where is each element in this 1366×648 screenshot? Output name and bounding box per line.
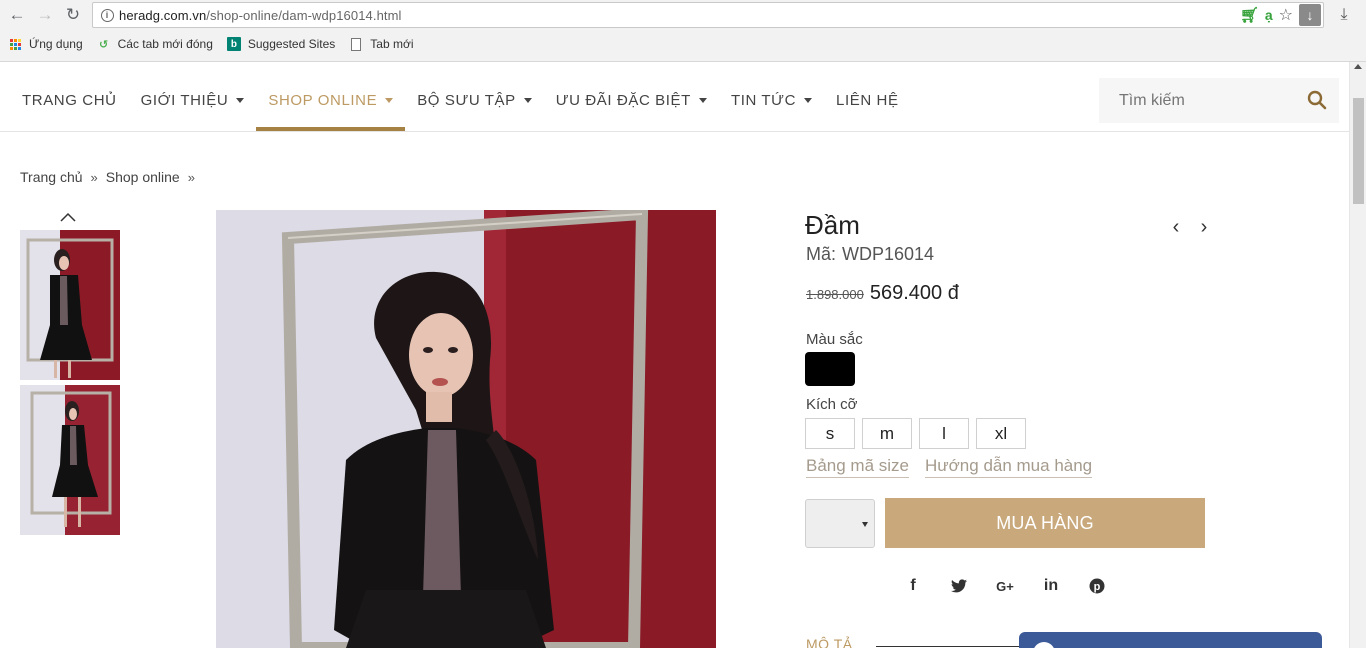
site-header: TRANG CHỦ GIỚI THIỆU SHOP ONLINE BỘ SƯU …: [0, 70, 1349, 132]
chevron-up-icon[interactable]: [60, 212, 76, 222]
sale-price: 569.400 đ: [869, 282, 959, 304]
product-photo: [216, 210, 716, 648]
search-input[interactable]: [1099, 91, 1299, 110]
history-icon: ↺: [99, 38, 109, 51]
product-main-image[interactable]: [216, 210, 716, 648]
product-price: 1.898.000 569.400 đ: [806, 282, 959, 305]
download-extension-icon[interactable]: ↓: [1299, 4, 1321, 26]
divider: [876, 646, 1026, 647]
scroll-up-arrow-icon[interactable]: [1354, 64, 1362, 69]
bookmarks-bar: Ứng dụng ↺ Các tab mới đóng b Suggested …: [8, 34, 428, 54]
social-share: f G+ in p: [890, 576, 1120, 596]
bookmark-label: Suggested Sites: [247, 37, 336, 51]
page-icon: [349, 37, 363, 51]
menu-label: GIỚI THIỆU: [140, 91, 229, 109]
bing-icon: b: [226, 37, 241, 51]
breadcrumb-home[interactable]: Trang chủ: [20, 169, 83, 185]
menu-label: ƯU ĐÃI ĐẶC BIỆT: [555, 91, 691, 109]
download-icon[interactable]: ⤓: [1334, 4, 1354, 26]
url-text[interactable]: heradg.com.vn/shop-online/dam-wdp16014.h…: [119, 8, 402, 23]
chat-icon: [1033, 642, 1055, 648]
svg-text:p: p: [1094, 581, 1101, 593]
back-icon[interactable]: ←: [6, 4, 28, 26]
breadcrumb: Trang chủ » Shop online »: [20, 169, 203, 185]
thumbnail-image: [20, 230, 120, 380]
buy-button[interactable]: MUA HÀNG: [885, 498, 1205, 548]
product-title: Đầm: [805, 210, 860, 240]
menu-label: TRANG CHỦ: [22, 91, 117, 109]
menu-item-contact[interactable]: LIÊN HỆ: [836, 70, 899, 130]
apps-grid-icon: [8, 37, 22, 51]
color-label: Màu sắc: [806, 331, 863, 348]
menu-item-shop-online[interactable]: SHOP ONLINE: [256, 70, 406, 131]
breadcrumb-separator: »: [187, 169, 195, 185]
product-thumbnail[interactable]: [20, 385, 120, 535]
menu-label: SHOP ONLINE: [268, 91, 378, 109]
menu-label: TIN TỨC: [730, 91, 797, 109]
search-icon[interactable]: [1307, 90, 1327, 110]
chevron-right-icon[interactable]: ›: [1196, 216, 1212, 238]
chevron-left-icon[interactable]: ‹: [1168, 216, 1184, 238]
star-icon[interactable]: ☆: [1279, 5, 1293, 25]
caret-down-icon: [385, 97, 394, 103]
menu-label: BỘ SƯU TẬP: [417, 91, 516, 109]
caret-down-icon: [862, 522, 868, 527]
search-box: [1099, 78, 1339, 123]
menu-item-about[interactable]: GIỚI THIỆU: [141, 70, 245, 130]
breadcrumb-separator: »: [90, 169, 98, 185]
menu-item-special-offers[interactable]: ƯU ĐÃI ĐẶC BIỆT: [556, 70, 707, 130]
caret-down-icon: [236, 97, 245, 103]
bookmark-label: Ứng dụng: [29, 37, 83, 51]
menu-item-news[interactable]: TIN TỨC: [730, 70, 813, 130]
browser-chrome: ← → ↻ i heradg.com.vn/shop-online/dam-wd…: [0, 0, 1366, 62]
size-option-s[interactable]: s: [805, 418, 855, 449]
page-scrollbar[interactable]: [1349, 62, 1366, 648]
twitter-icon[interactable]: [936, 576, 982, 596]
facebook-icon[interactable]: f: [890, 576, 936, 596]
size-option-xl[interactable]: xl: [976, 418, 1026, 449]
product-pager: ‹ ›: [1168, 216, 1212, 238]
thumbnail-image: [20, 385, 120, 535]
quantity-select[interactable]: [805, 499, 875, 548]
bookmark-label: Các tab mới đóng: [117, 37, 213, 51]
product-code: Mã: WDP16014: [806, 244, 934, 265]
forward-icon[interactable]: →: [34, 4, 56, 26]
size-options: s m l xl: [805, 418, 1026, 449]
extension-a-icon[interactable]: ạ: [1265, 7, 1273, 23]
product-code-value: WDP16014: [842, 244, 935, 264]
old-price: 1.898.000: [806, 287, 864, 302]
bookmark-suggested-sites[interactable]: b Suggested Sites: [226, 37, 336, 51]
pinterest-icon[interactable]: p: [1074, 576, 1120, 596]
menu-item-home[interactable]: TRANG CHỦ: [22, 70, 117, 130]
size-label: Kích cỡ: [806, 396, 858, 413]
help-links: Bảng mã size Hướng dẫn mua hàng: [806, 456, 1093, 478]
color-swatch-black[interactable]: [805, 352, 855, 386]
bookmark-new-tab[interactable]: Tab mới: [349, 37, 414, 51]
linkedin-icon[interactable]: in: [1028, 576, 1074, 596]
product-thumbnail[interactable]: [20, 230, 120, 380]
buying-guide-link[interactable]: Hướng dẫn mua hàng: [925, 456, 1093, 478]
size-option-l[interactable]: l: [919, 418, 969, 449]
caret-down-icon: [698, 97, 707, 103]
bookmark-apps[interactable]: Ứng dụng: [8, 37, 83, 51]
reload-icon[interactable]: ↻: [62, 4, 84, 26]
address-bar[interactable]: i heradg.com.vn/shop-online/dam-wdp16014…: [92, 2, 1324, 28]
shopping-cart-icon[interactable]: 🛒︎: [1240, 6, 1259, 24]
menu-label: LIÊN HỆ: [836, 91, 899, 109]
menu-item-collections[interactable]: BỘ SƯU TẬP: [417, 70, 532, 130]
caret-down-icon: [523, 97, 532, 103]
size-chart-link[interactable]: Bảng mã size: [806, 456, 909, 478]
chat-widget[interactable]: [1019, 632, 1322, 648]
bookmark-recent-tabs[interactable]: ↺ Các tab mới đóng: [97, 37, 213, 51]
caret-down-icon: [804, 97, 813, 103]
breadcrumb-shop-online[interactable]: Shop online: [106, 169, 180, 185]
info-icon[interactable]: i: [97, 5, 117, 25]
main-menu: TRANG CHỦ GIỚI THIỆU SHOP ONLINE BỘ SƯU …: [22, 70, 923, 131]
scroll-thumb[interactable]: [1353, 98, 1364, 204]
bookmark-label: Tab mới: [370, 37, 414, 51]
size-option-m[interactable]: m: [862, 418, 912, 449]
product-code-label: Mã:: [806, 244, 837, 264]
google-plus-icon[interactable]: G+: [982, 576, 1028, 596]
tab-description[interactable]: MÔ TẢ: [806, 636, 853, 648]
